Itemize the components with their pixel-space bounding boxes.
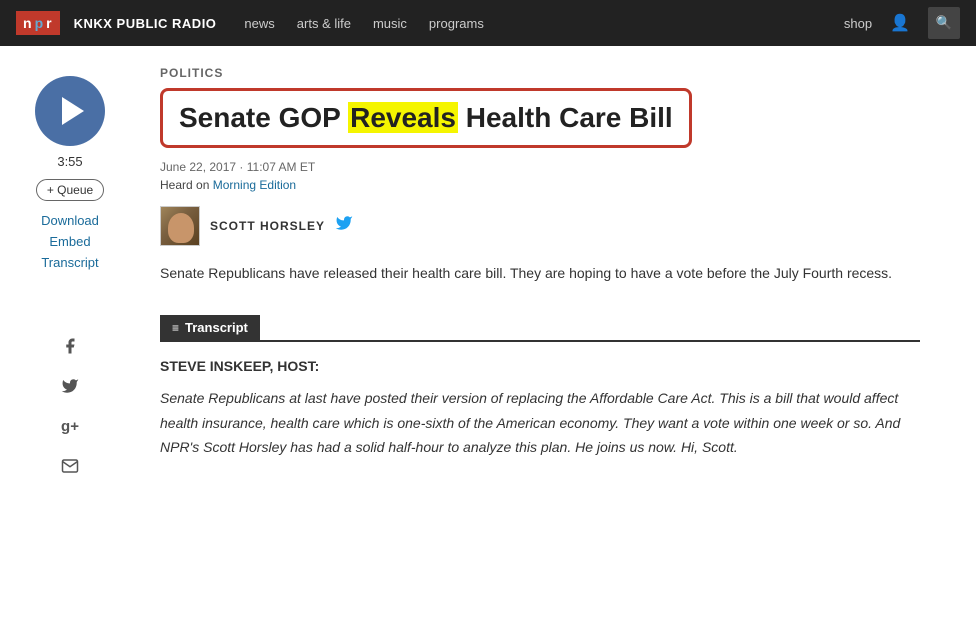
transcript-label: Transcript bbox=[185, 320, 248, 335]
author-name[interactable]: SCOTT HORSLEY bbox=[210, 219, 325, 233]
article-date: June 22, 2017 · 11:07 AM ET bbox=[160, 160, 920, 174]
logo-r: r bbox=[46, 15, 52, 31]
transcript-label-box: ≡ Transcript bbox=[160, 315, 260, 340]
headline-box: Senate GOP Reveals Health Care Bill bbox=[160, 88, 692, 148]
facebook-share[interactable] bbox=[59, 335, 81, 357]
header-right: shop 👤 🔍 bbox=[844, 7, 960, 39]
search-button[interactable]: 🔍 bbox=[928, 7, 960, 39]
queue-button[interactable]: + Queue bbox=[36, 179, 104, 201]
transcript-link[interactable]: Transcript bbox=[41, 255, 98, 270]
headline-part2: Health Care Bill bbox=[458, 102, 673, 133]
heard-on-prefix: Heard on bbox=[160, 178, 213, 192]
author-row: SCOTT HORSLEY bbox=[160, 206, 920, 246]
googleplus-share[interactable]: g+ bbox=[59, 415, 81, 437]
twitter-share[interactable] bbox=[59, 375, 81, 397]
transcript-header: ≡ Transcript bbox=[160, 315, 920, 342]
article: POLITICS Senate GOP Reveals Health Care … bbox=[140, 66, 940, 477]
nav-news[interactable]: news bbox=[244, 16, 274, 31]
author-twitter-icon[interactable] bbox=[335, 214, 353, 237]
main-nav: news arts & life music programs bbox=[244, 16, 483, 31]
transcript-icon: ≡ bbox=[172, 321, 179, 335]
heard-on: Heard on Morning Edition bbox=[160, 178, 920, 192]
station-name: KNKX PUBLIC RADIO bbox=[74, 16, 217, 31]
headline-part1: Senate GOP bbox=[179, 102, 348, 133]
play-icon bbox=[62, 97, 84, 125]
author-face bbox=[168, 213, 194, 243]
search-icon: 🔍 bbox=[936, 15, 953, 31]
transcript-body: Senate Republicans at last have posted t… bbox=[160, 386, 920, 460]
page-content: 3:55 + Queue Download Embed Transcript … bbox=[0, 46, 976, 497]
author-photo-inner bbox=[161, 207, 199, 245]
play-button[interactable] bbox=[35, 76, 105, 146]
show-link[interactable]: Morning Edition bbox=[213, 178, 296, 192]
embed-link[interactable]: Embed bbox=[49, 234, 90, 249]
section-label: POLITICS bbox=[160, 66, 920, 80]
author-photo bbox=[160, 206, 200, 246]
site-header: npr KNKX PUBLIC RADIO news arts & life m… bbox=[0, 0, 976, 46]
nav-programs[interactable]: programs bbox=[429, 16, 484, 31]
transcript-host: STEVE INSKEEP, HOST: bbox=[160, 358, 920, 374]
nav-music[interactable]: music bbox=[373, 16, 407, 31]
article-headline: Senate GOP Reveals Health Care Bill bbox=[179, 101, 673, 135]
sidebar: 3:55 + Queue Download Embed Transcript … bbox=[0, 66, 140, 477]
article-summary: Senate Republicans have released their h… bbox=[160, 262, 920, 286]
duration: 3:55 bbox=[57, 154, 82, 169]
nav-arts-life[interactable]: arts & life bbox=[297, 16, 351, 31]
user-icon[interactable]: 👤 bbox=[890, 13, 910, 33]
logo-n: n bbox=[23, 15, 33, 31]
download-link[interactable]: Download bbox=[41, 213, 99, 228]
social-icons:  g+ bbox=[59, 296, 81, 477]
headline-highlight: Reveals bbox=[348, 102, 458, 133]
logo-p: p bbox=[35, 15, 45, 31]
npr-logo[interactable]: npr bbox=[16, 11, 60, 35]
shop-link[interactable]: shop bbox=[844, 16, 872, 31]
email-share[interactable] bbox=[59, 455, 81, 477]
